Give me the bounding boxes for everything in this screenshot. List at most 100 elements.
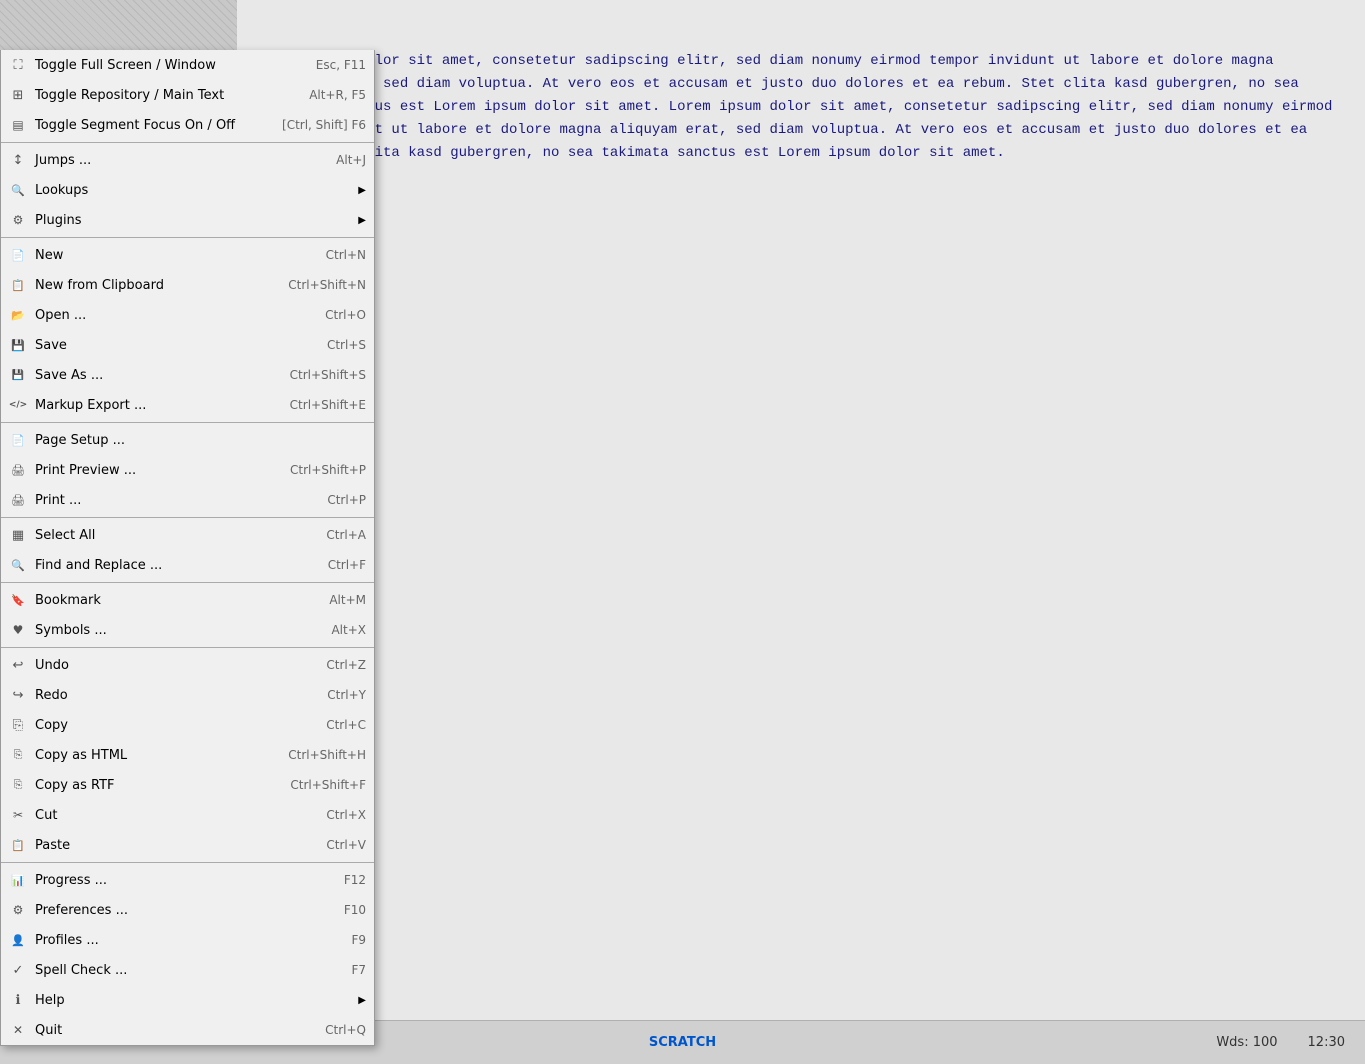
menu-label-redo: Redo <box>31 688 307 703</box>
menu-shortcut-print-preview: Ctrl+Shift+P <box>290 463 366 477</box>
menu-item-paste[interactable]: PasteCtrl+V <box>1 830 374 860</box>
menu-shortcut-new-clipboard: Ctrl+Shift+N <box>288 278 366 292</box>
menu-item-toggle-fullscreen[interactable]: Toggle Full Screen / Window Esc, F11 <box>1 50 374 80</box>
menu-shortcut-jumps: Alt+J <box>336 153 366 167</box>
find-icon <box>5 554 31 576</box>
menu-item-save[interactable]: SaveCtrl+S <box>1 330 374 360</box>
undo-icon <box>5 654 31 676</box>
fullscreen-icon <box>5 54 31 76</box>
menu-separator <box>1 237 374 238</box>
menu-item-profiles[interactable]: Profiles ... F9 <box>1 925 374 955</box>
profiles-icon <box>5 929 31 951</box>
cut-icon <box>5 804 31 826</box>
menu-shortcut-paste: Ctrl+V <box>326 838 366 852</box>
menu-item-page-setup[interactable]: Page Setup ... <box>1 425 374 455</box>
menu-label-spell-check: Spell Check ... <box>31 963 331 978</box>
menu-item-copy-html[interactable]: Copy as HTML Ctrl+Shift+H <box>1 740 374 770</box>
save-icon <box>5 334 31 356</box>
copy-icon <box>5 714 31 736</box>
menu-shortcut-copy-rtf: Ctrl+Shift+F <box>290 778 366 792</box>
menu-shortcut-undo: Ctrl+Z <box>326 658 366 672</box>
main-content-area: Lorem ipsum dolor sit amet, consetetur s… <box>237 0 1365 1020</box>
menu-shortcut-preferences: F10 <box>344 903 366 917</box>
context-menu: Toggle Full Screen / WindowEsc, F11Toggl… <box>0 50 375 1046</box>
menu-item-quit[interactable]: QuitCtrl+Q <box>1 1015 374 1045</box>
menu-shortcut-redo: Ctrl+Y <box>327 688 366 702</box>
menu-label-undo: Undo <box>31 658 306 673</box>
repo-icon <box>5 84 31 106</box>
menu-separator <box>1 582 374 583</box>
menu-item-select-all[interactable]: Select AllCtrl+A <box>1 520 374 550</box>
printprev-icon <box>5 459 31 481</box>
menu-label-print: Print ... <box>31 493 307 508</box>
copyhtml-icon <box>5 744 31 766</box>
menu-shortcut-toggle-fullscreen: Esc, F11 <box>316 58 366 72</box>
menu-item-progress[interactable]: Progress ... F12 <box>1 865 374 895</box>
lookup-icon <box>5 179 31 201</box>
menu-item-symbols[interactable]: Symbols ...Alt+X <box>1 615 374 645</box>
menu-separator <box>1 647 374 648</box>
menu-item-redo[interactable]: Redo Ctrl+Y <box>1 680 374 710</box>
menu-item-toggle-segment[interactable]: Toggle Segment Focus On / Off[Ctrl, Shif… <box>1 110 374 140</box>
menu-label-copy-rtf: Copy as RTF <box>31 778 270 793</box>
menu-item-cut[interactable]: CutCtrl+X <box>1 800 374 830</box>
menu-shortcut-toggle-repo: Alt+R, F5 <box>309 88 366 102</box>
menu-item-lookups[interactable]: Lookups▶ <box>1 175 374 205</box>
menu-item-preferences[interactable]: Preferences ... F10 <box>1 895 374 925</box>
menu-item-bookmark[interactable]: Bookmark Alt+M <box>1 585 374 615</box>
time-status: 12:30 <box>1308 1035 1345 1050</box>
menu-label-profiles: Profiles ... <box>31 933 331 948</box>
menu-label-bookmark: Bookmark <box>31 593 309 608</box>
menu-shortcut-bookmark: Alt+M <box>329 593 366 607</box>
menu-separator <box>1 862 374 863</box>
symbols-icon <box>5 619 31 641</box>
menu-label-preferences: Preferences ... <box>31 903 324 918</box>
menu-shortcut-open: Ctrl+O <box>325 308 366 322</box>
menu-item-open[interactable]: Open ... Ctrl+O <box>1 300 374 330</box>
menu-item-help[interactable]: Help▶ <box>1 985 374 1015</box>
jumps-icon <box>5 149 31 171</box>
menu-shortcut-toggle-segment: [Ctrl, Shift] F6 <box>282 118 366 132</box>
menu-item-find-replace[interactable]: Find and Replace ...Ctrl+F <box>1 550 374 580</box>
menu-label-open: Open ... <box>31 308 305 323</box>
menu-item-plugins[interactable]: Plugins▶ <box>1 205 374 235</box>
newclip-icon <box>5 274 31 296</box>
submenu-arrow-lookups: ▶ <box>358 185 366 196</box>
menu-label-plugins: Plugins <box>31 213 352 228</box>
menu-label-print-preview: Print Preview ... <box>31 463 270 478</box>
menu-item-print-preview[interactable]: Print Preview ... Ctrl+Shift+P <box>1 455 374 485</box>
menu-item-undo[interactable]: Undo Ctrl+Z <box>1 650 374 680</box>
menu-item-print[interactable]: Print ...Ctrl+P <box>1 485 374 515</box>
menu-separator <box>1 422 374 423</box>
menu-item-toggle-repo[interactable]: Toggle Repository / Main TextAlt+R, F5 <box>1 80 374 110</box>
menu-item-new[interactable]: NewCtrl+N <box>1 240 374 270</box>
menu-item-markup-export[interactable]: Markup Export ...Ctrl+Shift+E <box>1 390 374 420</box>
menu-shortcut-select-all: Ctrl+A <box>326 528 366 542</box>
menu-label-new-clipboard: New from Clipboard <box>31 278 268 293</box>
menu-label-copy: Copy <box>31 718 306 733</box>
menu-shortcut-profiles: F9 <box>351 933 366 947</box>
menu-item-jumps[interactable]: Jumps ...Alt+J <box>1 145 374 175</box>
menu-shortcut-spell-check: F7 <box>351 963 366 977</box>
segment-icon <box>5 114 31 136</box>
menu-label-save-as: Save As ... <box>31 368 270 383</box>
menu-label-progress: Progress ... <box>31 873 324 888</box>
menu-shortcut-symbols: Alt+X <box>331 623 366 637</box>
menu-item-new-clipboard[interactable]: New from Clipboard Ctrl+Shift+N <box>1 270 374 300</box>
menu-label-copy-html: Copy as HTML <box>31 748 268 763</box>
menu-label-toggle-fullscreen: Toggle Full Screen / Window <box>31 58 296 73</box>
menu-label-new: New <box>31 248 306 263</box>
plugins-icon <box>5 209 31 231</box>
menu-item-copy[interactable]: Copy Ctrl+C <box>1 710 374 740</box>
saveas-icon <box>5 364 31 386</box>
menu-shortcut-copy: Ctrl+C <box>326 718 366 732</box>
menu-shortcut-progress: F12 <box>344 873 366 887</box>
menu-item-spell-check[interactable]: Spell Check ... F7 <box>1 955 374 985</box>
quit-icon <box>5 1019 31 1041</box>
menu-shortcut-copy-html: Ctrl+Shift+H <box>288 748 366 762</box>
pagesetup-icon <box>5 429 31 451</box>
menu-item-copy-rtf[interactable]: Copy as RTF Ctrl+Shift+F <box>1 770 374 800</box>
menu-shortcut-markup-export: Ctrl+Shift+E <box>290 398 366 412</box>
menu-item-save-as[interactable]: Save As ...Ctrl+Shift+S <box>1 360 374 390</box>
paste-icon <box>5 834 31 856</box>
